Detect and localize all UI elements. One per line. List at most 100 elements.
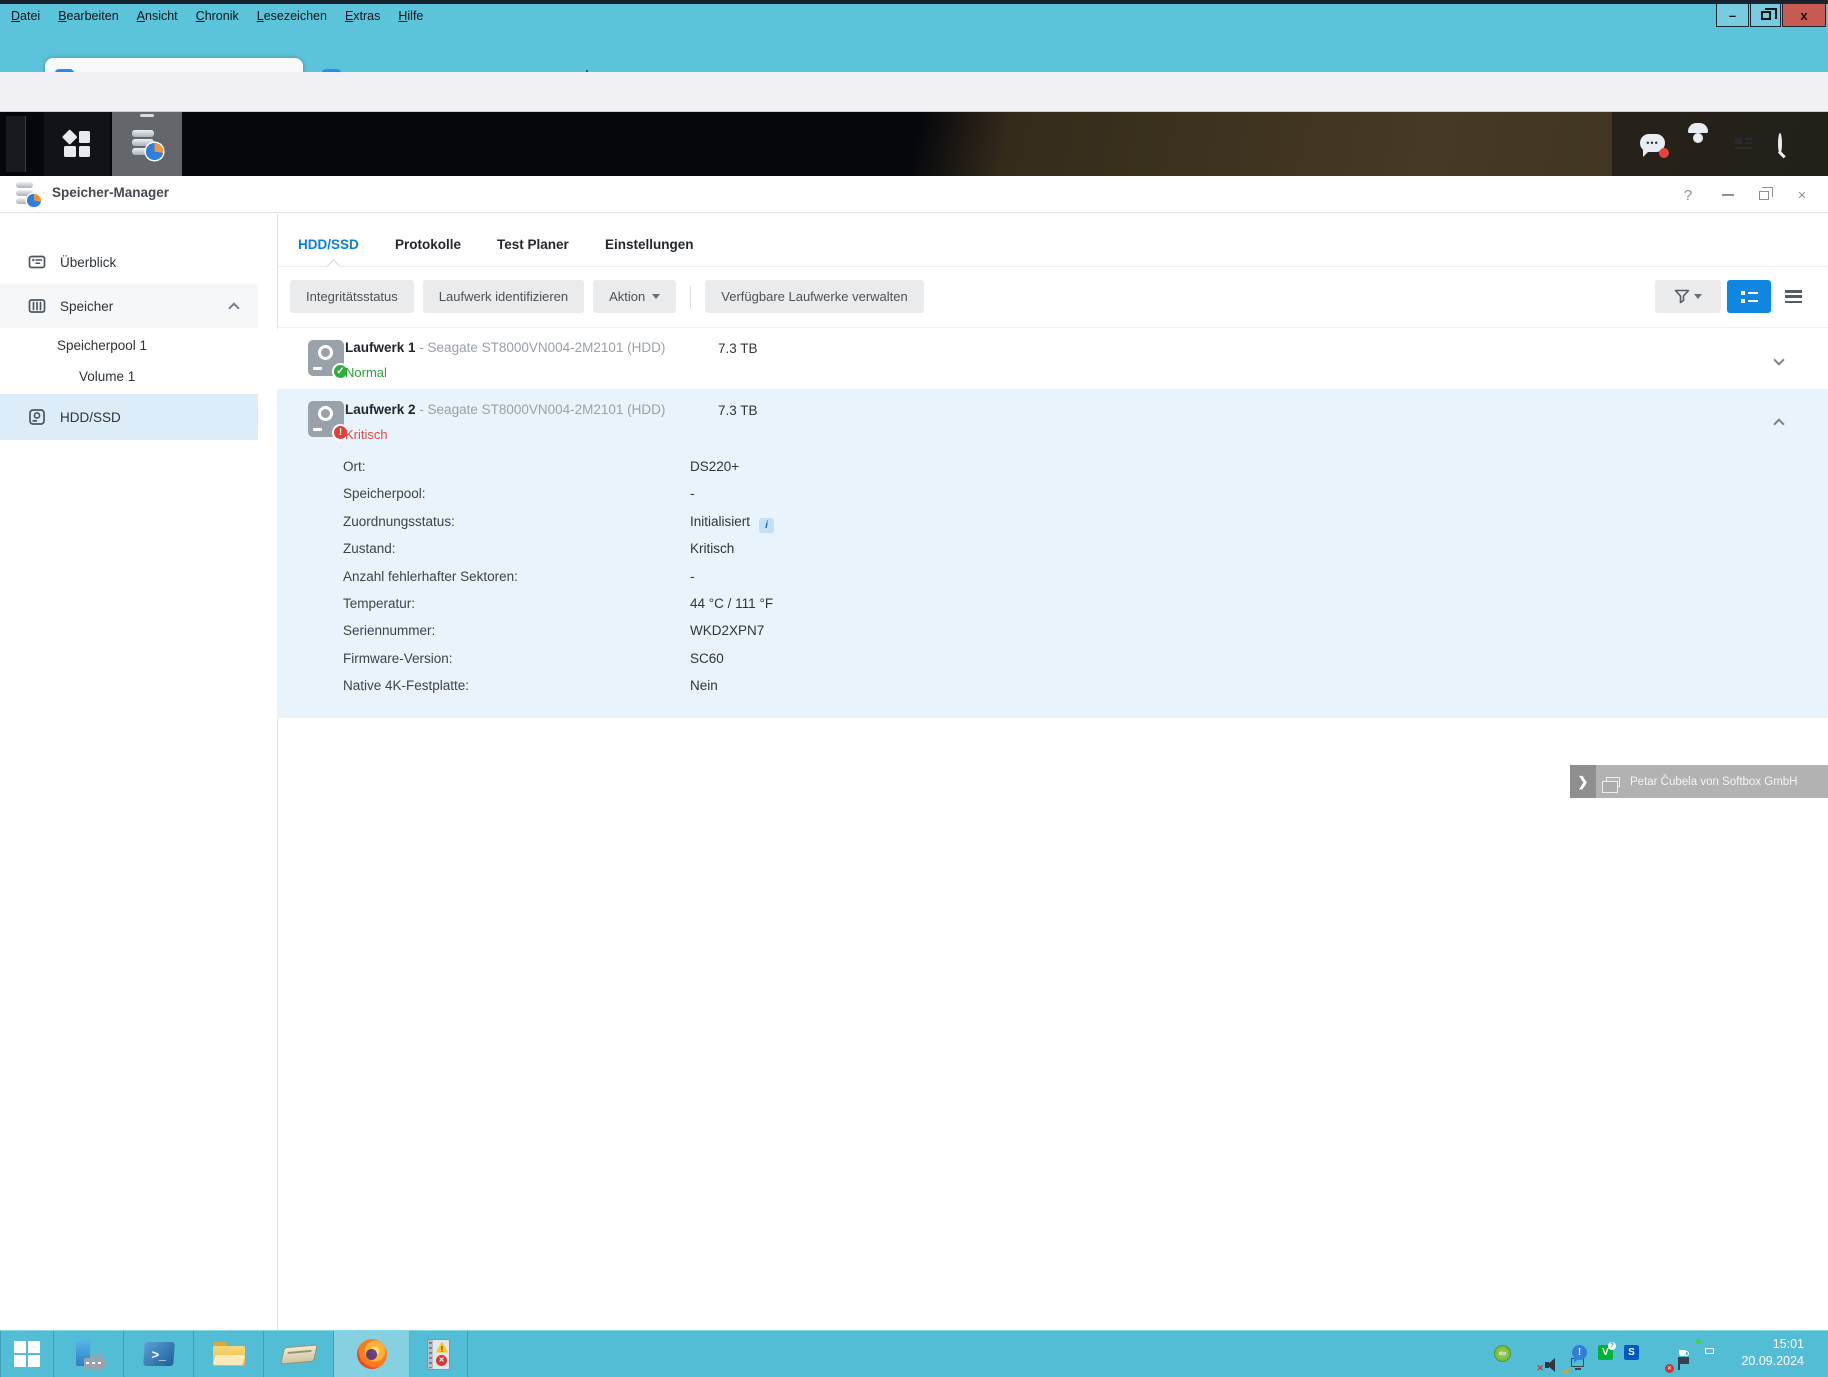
expand-chevron-down-icon[interactable] bbox=[1775, 351, 1783, 369]
button-label: Verfügbare Laufwerke verwalten bbox=[721, 289, 907, 304]
teamviewer-session-bar[interactable]: Petar Čubela von Softbox GmbH bbox=[1596, 765, 1828, 798]
dsm-search-button[interactable] bbox=[1778, 135, 1782, 153]
dsm-restore-button[interactable] bbox=[1752, 183, 1776, 207]
sidebar-item-speicherpool-1[interactable]: Speicherpool 1 bbox=[0, 330, 258, 361]
tray-java-icon[interactable] bbox=[1676, 1345, 1694, 1363]
menu-ansicht[interactable]: Ansicht bbox=[130, 9, 185, 23]
taskbar-scanner-app[interactable] bbox=[264, 1331, 334, 1377]
tray-veeam-icon[interactable]: V bbox=[1598, 1345, 1616, 1363]
notebook-warning-icon: !✕ bbox=[427, 1339, 450, 1370]
storage-manager-titlebar[interactable] bbox=[0, 176, 1828, 213]
browser-navbar: https://192.168.0.22:5001 bbox=[0, 72, 1828, 112]
detail-value: 44 °C / 111 °F bbox=[690, 596, 773, 611]
monitor-icon bbox=[1606, 777, 1620, 787]
minimize-icon bbox=[1722, 194, 1734, 196]
detail-label: Ort: bbox=[343, 459, 366, 474]
taskbar-powershell-app[interactable]: >_ bbox=[124, 1331, 194, 1377]
detail-value: - bbox=[690, 569, 695, 584]
list-view-button-active[interactable] bbox=[1727, 280, 1771, 313]
detail-label: Temperatur: bbox=[343, 596, 415, 611]
drive-size: 7.3 TB bbox=[718, 341, 758, 356]
detail-value: SC60 bbox=[690, 651, 724, 666]
drive-row-laufwerk-1[interactable]: ✓ Laufwerk 1 - Seagate ST8000VN004-2M210… bbox=[277, 329, 1828, 389]
dsm-minimize-button[interactable] bbox=[1716, 183, 1740, 207]
firefox-icon bbox=[357, 1339, 387, 1369]
menu-chronik[interactable]: Chronik bbox=[189, 9, 246, 23]
tray-sbs-icon[interactable]: sbs bbox=[1494, 1345, 1512, 1363]
clock-time: 15:01 bbox=[1722, 1336, 1804, 1353]
funnel-icon bbox=[1674, 289, 1690, 304]
dsm-main-menu-button[interactable] bbox=[44, 112, 110, 176]
restore-icon bbox=[1759, 191, 1769, 200]
detail-row-firmware: Firmware-Version: SC60 bbox=[277, 651, 1828, 673]
windows-logo-icon bbox=[14, 1341, 40, 1367]
filter-button[interactable] bbox=[1655, 280, 1721, 313]
menu-bearbeiten[interactable]: Bearbeiten bbox=[51, 9, 125, 23]
drive-status: Normal bbox=[345, 365, 387, 380]
detail-label: Zustand: bbox=[343, 541, 396, 556]
menu-hilfe[interactable]: Hilfe bbox=[391, 9, 430, 23]
dsm-notifications-button[interactable]: ••• bbox=[1640, 134, 1665, 152]
drive-toolbar: Integritätsstatus Laufwerk identifiziere… bbox=[290, 280, 924, 313]
detail-value: Initialisierti bbox=[690, 514, 774, 533]
drive-name: Laufwerk 2 - Seagate ST8000VN004-2M2101 … bbox=[345, 402, 665, 417]
detail-row-zustand: Zustand: Kritisch bbox=[277, 541, 1828, 563]
compact-view-button[interactable] bbox=[1776, 280, 1810, 313]
tab-einstellungen[interactable]: Einstellungen bbox=[605, 237, 694, 252]
toolbar-divider bbox=[690, 286, 691, 308]
detail-row-zuordnungsstatus: Zuordnungsstatus: Initialisierti bbox=[277, 514, 1828, 536]
sidebar-item-label: Speicher bbox=[60, 299, 113, 314]
menu-datei[interactable]: Datei bbox=[4, 9, 47, 23]
menu-lesezeichen[interactable]: Lesezeichen bbox=[250, 9, 334, 23]
tab-hdd-ssd[interactable]: HDD/SSD bbox=[298, 237, 359, 252]
notification-badge bbox=[1659, 148, 1669, 158]
window-minimize-button[interactable]: – bbox=[1716, 3, 1749, 27]
list-view-icon bbox=[1741, 291, 1758, 303]
identify-drive-button[interactable]: Laufwerk identifizieren bbox=[423, 280, 584, 313]
button-label: Aktion bbox=[609, 289, 645, 304]
sidebar-item-ueberblick[interactable]: Überblick bbox=[0, 240, 258, 284]
detail-label: Firmware-Version: bbox=[343, 651, 453, 666]
tab-test-planer[interactable]: Test Planer bbox=[497, 237, 569, 252]
sidebar-item-label: HDD/SSD bbox=[60, 410, 121, 425]
taskbar-file-explorer-app[interactable] bbox=[194, 1331, 264, 1377]
action-dropdown-button[interactable]: Aktion bbox=[593, 280, 676, 313]
scanner-icon bbox=[280, 1344, 318, 1364]
button-label: Integritätsstatus bbox=[306, 289, 398, 304]
dsm-show-desktop-button[interactable] bbox=[6, 116, 26, 172]
taskbar-log-notebook-app[interactable]: !✕ bbox=[410, 1331, 468, 1377]
tray-sophos-icon[interactable]: S bbox=[1624, 1345, 1642, 1363]
taskbar-firefox-app[interactable] bbox=[334, 1331, 410, 1377]
sidebar-item-hdd-ssd[interactable]: HDD/SSD bbox=[0, 394, 258, 440]
tray-teamviewer-icon[interactable] bbox=[1702, 1345, 1720, 1363]
sidebar-item-label: Überblick bbox=[60, 255, 116, 270]
dsm-close-button[interactable]: × bbox=[1790, 183, 1814, 207]
window-restore-button[interactable] bbox=[1750, 3, 1781, 27]
health-status-button[interactable]: Integritätsstatus bbox=[290, 280, 414, 313]
sidebar-item-speicher[interactable]: Speicher bbox=[0, 284, 258, 328]
sidebar-item-volume-1[interactable]: Volume 1 bbox=[0, 361, 258, 392]
storage-manager-app-icon bbox=[132, 130, 162, 158]
dsm-taskbar-storage-manager[interactable] bbox=[112, 112, 182, 176]
sidebar-item-label: Volume 1 bbox=[79, 369, 135, 384]
collapse-chevron-up-icon[interactable] bbox=[1775, 415, 1783, 433]
teamviewer-panel[interactable]: ❯ Petar Čubela von Softbox GmbH bbox=[1570, 765, 1828, 798]
tab-protokolle[interactable]: Protokolle bbox=[395, 237, 461, 252]
detail-row-seriennummer: Seriennummer: WKD2XPN7 bbox=[277, 623, 1828, 645]
taskbar-admin-toolbox-app[interactable] bbox=[54, 1331, 124, 1377]
drive-row-laufwerk-2[interactable]: ! Laufwerk 2 - Seagate ST8000VN004-2M210… bbox=[277, 389, 1828, 718]
manage-available-drives-button[interactable]: Verfügbare Laufwerke verwalten bbox=[705, 280, 923, 313]
chat-bubble-icon: ••• bbox=[1640, 134, 1665, 152]
dsm-help-button[interactable]: ? bbox=[1676, 183, 1700, 207]
menu-extras[interactable]: Extras bbox=[338, 9, 387, 23]
drive-status: Kritisch bbox=[345, 427, 388, 442]
taskbar-clock[interactable]: 15:01 20.09.2024 bbox=[1722, 1336, 1816, 1370]
start-button[interactable] bbox=[0, 1331, 54, 1377]
detail-value: WKD2XPN7 bbox=[690, 623, 764, 638]
teamviewer-expand-button[interactable]: ❯ bbox=[1570, 765, 1596, 798]
info-badge-icon[interactable]: i bbox=[759, 518, 774, 533]
window-close-button[interactable]: x bbox=[1782, 3, 1826, 27]
detail-value: Kritisch bbox=[690, 541, 734, 556]
drive-size: 7.3 TB bbox=[718, 403, 758, 418]
tray-notification-balloon-icon[interactable]: ! bbox=[1572, 1345, 1590, 1363]
